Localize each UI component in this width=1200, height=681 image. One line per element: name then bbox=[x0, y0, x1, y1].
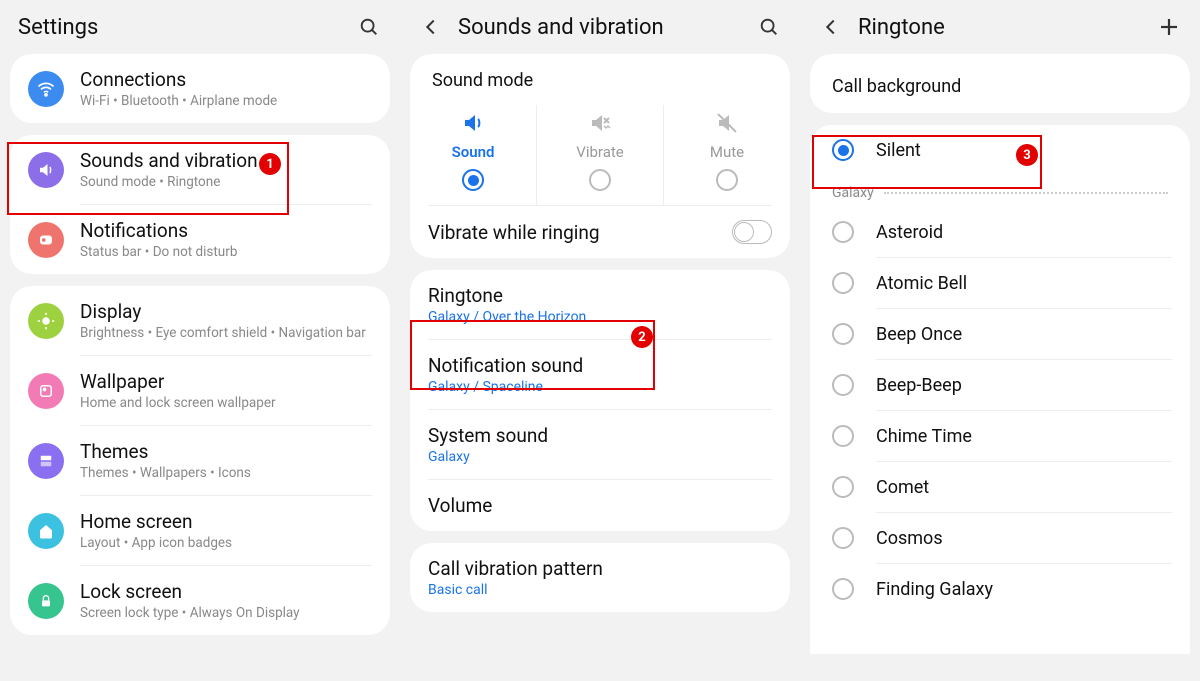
settings-header: Settings bbox=[0, 0, 400, 54]
ringtone-pane: Ringtone Call background Silent Galaxy A… bbox=[800, 0, 1200, 681]
sound-mode-vibrate[interactable]: Vibrate bbox=[536, 105, 663, 205]
settings-pane: Settings Connections Wi-Fi • Bluetooth •… bbox=[0, 0, 400, 681]
settings-group-1: Connections Wi-Fi • Bluetooth • Airplane… bbox=[10, 54, 390, 123]
call-background-row[interactable]: Call background bbox=[810, 60, 1190, 107]
settings-item-lock[interactable]: Lock screen Screen lock type • Always On… bbox=[10, 566, 390, 635]
search-icon[interactable] bbox=[356, 14, 382, 40]
lock-icon bbox=[28, 583, 64, 619]
ringtone-header: Ringtone bbox=[800, 0, 1200, 54]
annotation-badge-1: 1 bbox=[259, 153, 281, 175]
plus-icon[interactable] bbox=[1156, 14, 1182, 40]
themes-icon bbox=[28, 443, 64, 479]
call-vibration-row[interactable]: Call vibration pattern Basic call bbox=[410, 543, 790, 612]
ringtone-option[interactable]: Atomic Bell bbox=[810, 258, 1190, 308]
settings-item-sounds[interactable]: Sounds and vibration Sound mode • Ringto… bbox=[10, 135, 390, 204]
page-title: Settings bbox=[18, 15, 342, 40]
settings-item-home[interactable]: Home screen Layout • App icon badges bbox=[10, 496, 390, 565]
back-icon[interactable] bbox=[818, 14, 844, 40]
sound-mode-heading: Sound mode bbox=[410, 54, 790, 95]
sound-mode-mute[interactable]: Mute bbox=[663, 105, 790, 205]
sounds-pane: Sounds and vibration Sound mode Sound Vi… bbox=[400, 0, 800, 681]
vibrate-ringing-toggle[interactable] bbox=[732, 220, 772, 244]
notification-icon bbox=[28, 222, 64, 258]
system-sound-row[interactable]: System sound Galaxy bbox=[410, 410, 790, 479]
ringtone-list-card: Silent Galaxy Asteroid Atomic Bell Beep … bbox=[810, 125, 1190, 654]
vibrate-while-ringing-row[interactable]: Vibrate while ringing bbox=[410, 206, 790, 258]
ringtone-option-silent[interactable]: Silent bbox=[810, 125, 1190, 175]
sound-icon bbox=[28, 152, 64, 188]
ringtone-option[interactable]: Beep-Beep bbox=[810, 360, 1190, 410]
ringtone-row[interactable]: Ringtone Galaxy / Over the Horizon bbox=[410, 270, 790, 339]
radio-vibrate[interactable] bbox=[589, 169, 611, 191]
radio-mute[interactable] bbox=[716, 169, 738, 191]
notification-sound-row[interactable]: Notification sound Galaxy / Spaceline bbox=[410, 340, 790, 409]
ringtone-option[interactable]: Finding Galaxy bbox=[810, 564, 1190, 614]
settings-group-3: Display Brightness • Eye comfort shield … bbox=[10, 286, 390, 635]
ringtone-group-header: Galaxy bbox=[810, 175, 1190, 207]
ringtone-option[interactable]: Chime Time bbox=[810, 411, 1190, 461]
call-vibration-card: Call vibration pattern Basic call bbox=[410, 543, 790, 612]
settings-item-wallpaper[interactable]: Wallpaper Home and lock screen wallpaper bbox=[10, 356, 390, 425]
annotation-badge-2: 2 bbox=[631, 326, 653, 348]
wifi-icon bbox=[28, 71, 64, 107]
page-title: Sounds and vibration bbox=[458, 15, 742, 40]
ringtone-option[interactable]: Comet bbox=[810, 462, 1190, 512]
volume-row[interactable]: Volume bbox=[410, 480, 790, 531]
back-icon[interactable] bbox=[418, 14, 444, 40]
sound-mode-selector: Sound Vibrate Mute bbox=[410, 95, 790, 205]
ringtone-option[interactable]: Cosmos bbox=[810, 513, 1190, 563]
settings-item-connections[interactable]: Connections Wi-Fi • Bluetooth • Airplane… bbox=[10, 54, 390, 123]
wallpaper-icon bbox=[28, 373, 64, 409]
vibrate-icon bbox=[588, 111, 612, 135]
radio-sound[interactable] bbox=[462, 169, 484, 191]
annotation-badge-3: 3 bbox=[1016, 144, 1038, 166]
radio-silent[interactable] bbox=[832, 139, 854, 161]
settings-item-themes[interactable]: Themes Themes • Wallpapers • Icons bbox=[10, 426, 390, 495]
page-title: Ringtone bbox=[858, 15, 1142, 40]
sound-mode-card: Sound mode Sound Vibrate Mute bbox=[410, 54, 790, 258]
ringtone-option[interactable]: Asteroid bbox=[810, 207, 1190, 257]
ringtone-option[interactable]: Beep Once bbox=[810, 309, 1190, 359]
settings-item-notifications[interactable]: Notifications Status bar • Do not distur… bbox=[10, 205, 390, 274]
speaker-icon bbox=[461, 111, 485, 135]
mute-icon bbox=[715, 111, 739, 135]
sounds-header: Sounds and vibration bbox=[400, 0, 800, 54]
display-icon bbox=[28, 303, 64, 339]
home-icon bbox=[28, 513, 64, 549]
settings-group-2: Sounds and vibration Sound mode • Ringto… bbox=[10, 135, 390, 274]
search-icon[interactable] bbox=[756, 14, 782, 40]
call-background-card: Call background bbox=[810, 54, 1190, 113]
sound-mode-sound[interactable]: Sound bbox=[410, 105, 536, 205]
sound-list-card: Ringtone Galaxy / Over the Horizon Notif… bbox=[410, 270, 790, 531]
settings-item-display[interactable]: Display Brightness • Eye comfort shield … bbox=[10, 286, 390, 355]
